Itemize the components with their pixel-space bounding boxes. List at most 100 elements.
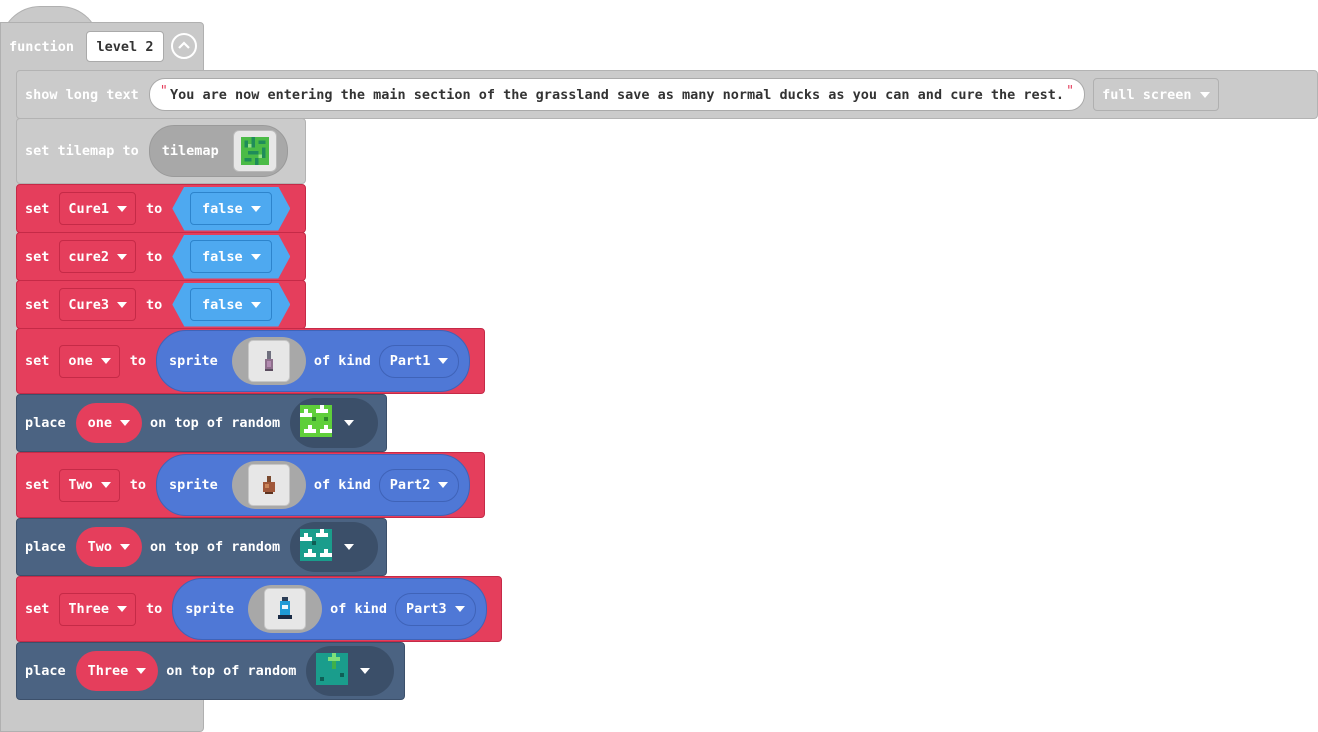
boolean-dropdown[interactable]: false [190,288,273,321]
dialog-mode-dropdown[interactable]: full screen [1093,78,1219,111]
create-sprite-reporter[interactable]: sprite of kind Part1 [156,330,471,392]
sprite-keyword: sprite [169,477,218,493]
function-keyword: function [9,39,75,55]
variable-name: Two [87,539,113,555]
variable-reporter-three[interactable]: Three [75,651,159,691]
dropdown-caret-icon [117,301,128,308]
dropdown-caret-icon [120,420,131,426]
long-text-field[interactable]: " You are now entering the main section … [148,78,1086,111]
dropdown-caret-icon [100,482,111,488]
variable-name: Three [68,601,110,617]
variable-dropdown-cure1[interactable]: Cure1 [59,192,137,225]
pot-sprite-icon[interactable] [247,464,290,506]
set-keyword: set [25,200,50,217]
tilemap-thumbnail-icon[interactable] [232,130,277,172]
teal-sprout-tile-icon[interactable] [316,653,349,689]
dropdown-caret-icon [117,253,128,260]
variable-dropdown-cure2[interactable]: cure2 [59,240,137,273]
set-cure2-block[interactable]: set cure2 to false [16,232,306,281]
dropdown-caret-icon [120,544,131,550]
grass-flower-tile-icon[interactable] [300,405,333,441]
boolean-reporter[interactable]: false [172,282,291,327]
of-kind-keyword: of kind [330,601,387,617]
sprite-kind-dropdown[interactable]: Part3 [394,592,476,626]
bottle-sprite-icon[interactable] [264,588,307,630]
tilemap-label: tilemap [161,143,219,159]
set-keyword: set [25,601,50,617]
tile-picker[interactable] [290,522,379,572]
dropdown-caret-icon [136,668,147,674]
dropdown-caret-icon [250,253,261,260]
set-tilemap-keyword: set tilemap to [25,143,139,159]
set-keyword: set [25,477,50,493]
to-keyword: to [129,477,147,493]
variable-dropdown-one[interactable]: one [59,344,120,378]
variable-reporter-one[interactable]: one [75,403,143,443]
set-cure3-block[interactable]: set Cure3 to false [16,280,306,329]
show-long-text-block[interactable]: show long text " You are now entering th… [16,70,1318,119]
variable-name: Cure1 [68,200,110,217]
set-keyword: set [25,248,50,265]
teal-flower-tile-icon[interactable] [300,529,333,565]
set-one-sprite-block[interactable]: set one to sprite of kind Part1 [16,328,485,394]
dropdown-caret-icon [100,358,111,364]
tilemap-reporter[interactable]: tilemap [148,125,288,177]
sprite-kind-label: Part3 [405,601,447,617]
set-two-sprite-block[interactable]: set Two to sprite of kind Part2 [16,452,485,518]
variable-dropdown-cure3[interactable]: Cure3 [59,288,137,321]
sprite-image-slot[interactable] [248,585,323,633]
boolean-dropdown[interactable]: false [190,192,273,225]
set-cure1-block[interactable]: set Cure1 to false [16,184,306,233]
dropdown-caret-icon [117,606,128,612]
sprite-kind-dropdown[interactable]: Part2 [378,468,460,502]
on-top-of-random-keyword: on top of random [150,539,281,555]
place-keyword: place [25,539,66,555]
tile-picker[interactable] [290,398,379,448]
to-keyword: to [146,200,163,217]
set-keyword: set [25,353,50,369]
to-keyword: to [129,353,147,369]
set-tilemap-block[interactable]: set tilemap to tilemap [16,118,306,184]
sprite-kind-label: Part2 [389,477,431,493]
collapse-icon[interactable] [171,33,197,59]
of-kind-keyword: of kind [313,353,371,369]
show-long-text-keyword: show long text [25,86,139,103]
variable-dropdown-three[interactable]: Three [59,592,137,626]
variable-name: one [68,353,93,369]
boolean-reporter[interactable]: false [172,234,291,279]
long-text-value: You are now entering the main section of… [169,86,1064,103]
to-keyword: to [146,296,163,313]
boolean-value: false [201,200,243,217]
dropdown-caret-icon [360,668,371,674]
variable-name: Two [68,477,93,493]
dropdown-caret-icon [454,606,465,612]
boolean-value: false [201,296,243,313]
variable-reporter-two[interactable]: Two [75,527,143,567]
sprite-keyword: sprite [185,601,235,617]
create-sprite-reporter[interactable]: sprite of kind Part2 [156,454,471,516]
place-keyword: place [25,415,66,431]
sprite-image-slot[interactable] [231,337,306,385]
sprite-kind-dropdown[interactable]: Part1 [378,344,460,378]
sprite-keyword: sprite [169,353,218,369]
vase-sprite-icon[interactable] [247,340,290,382]
dropdown-caret-icon [344,420,355,426]
on-top-of-random-keyword: on top of random [166,663,297,679]
boolean-reporter[interactable]: false [172,186,291,231]
place-one-block[interactable]: place one on top of random [16,394,387,452]
set-three-sprite-block[interactable]: set Three to sprite of kind Part3 [16,576,502,642]
sprite-image-slot[interactable] [231,461,306,509]
dropdown-caret-icon [117,205,128,212]
place-two-block[interactable]: place Two on top of random [16,518,387,576]
dropdown-caret-icon [250,205,261,212]
boolean-dropdown[interactable]: false [190,240,273,273]
boolean-value: false [201,248,243,265]
place-three-block[interactable]: place Three on top of random [16,642,405,700]
function-name-field[interactable]: level 2 [86,31,164,62]
of-kind-keyword: of kind [313,477,371,493]
dropdown-caret-icon [438,482,449,488]
dialog-mode-label: full screen [1102,86,1192,103]
tile-picker[interactable] [306,646,395,696]
variable-dropdown-two[interactable]: Two [59,468,120,502]
create-sprite-reporter[interactable]: sprite of kind Part3 [172,578,487,640]
